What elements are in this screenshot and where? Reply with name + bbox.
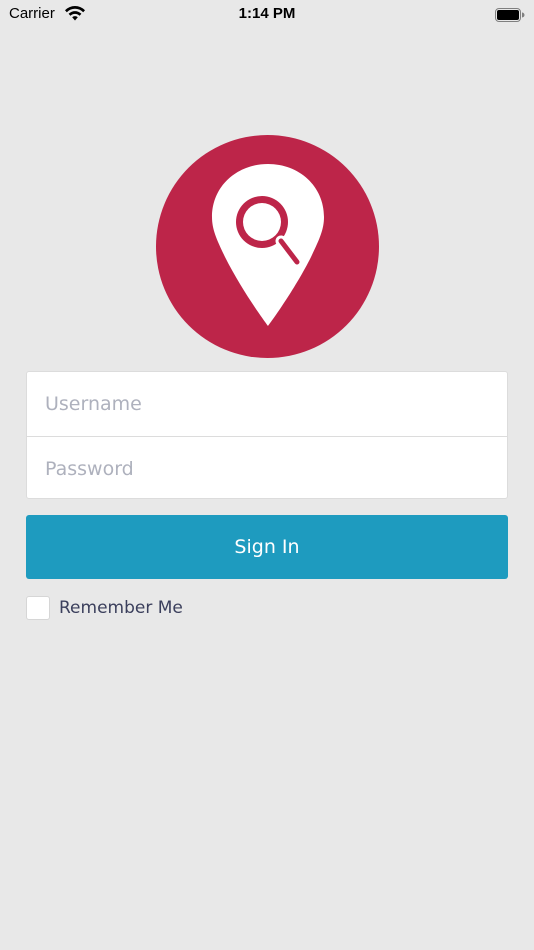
- clock-time: 1:14 PM: [238, 5, 296, 22]
- password-input[interactable]: [27, 437, 507, 500]
- battery-icon: [495, 7, 525, 22]
- login-form: [26, 371, 508, 500]
- remember-me-row[interactable]: Remember Me: [26, 595, 183, 621]
- remember-me-checkbox[interactable]: [26, 596, 50, 620]
- app-logo: [156, 135, 379, 358]
- username-input[interactable]: [27, 372, 507, 436]
- password-field-container: [27, 436, 507, 500]
- sign-in-button[interactable]: Sign In: [26, 515, 508, 579]
- status-bar: Carrier 1:14 PM: [0, 0, 534, 30]
- username-field-container: [27, 372, 507, 436]
- remember-me-label[interactable]: Remember Me: [59, 598, 183, 618]
